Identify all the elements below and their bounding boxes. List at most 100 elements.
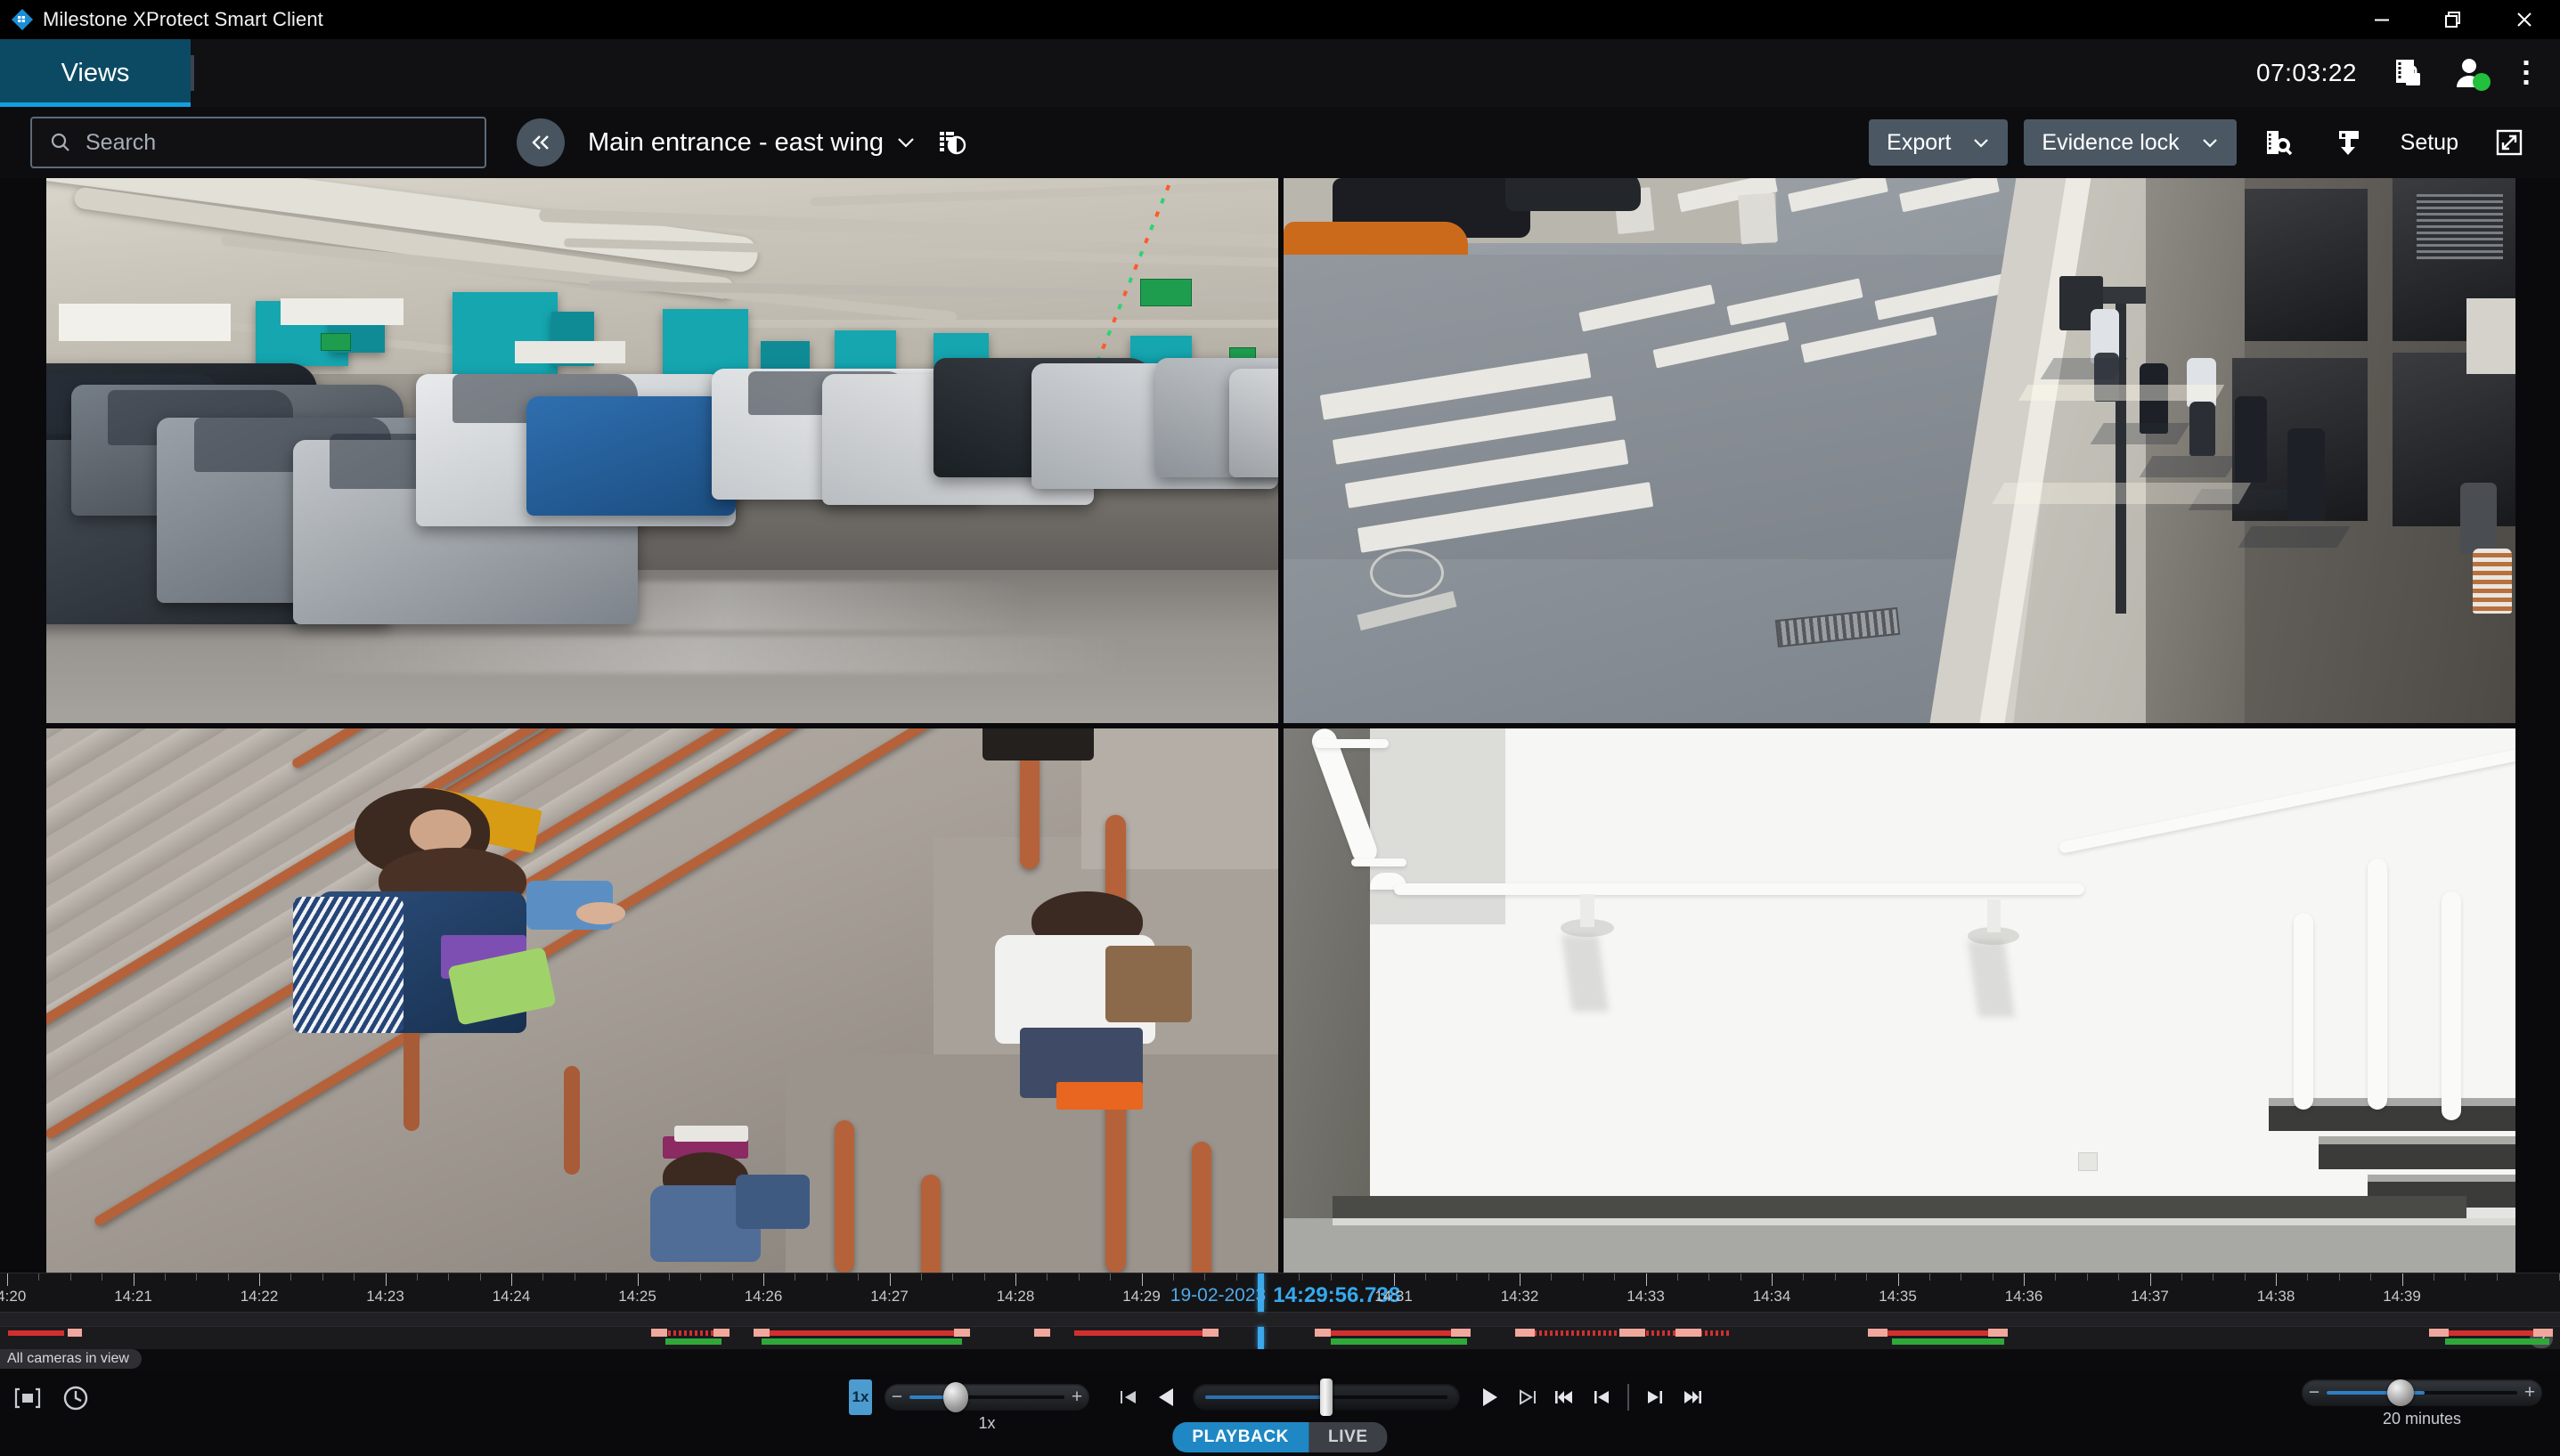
timeline-major-tick [1015, 1273, 1016, 1286]
timeline-tick-label: 14:32 [1501, 1288, 1539, 1306]
timeline-motion-marker [1675, 1329, 1701, 1337]
timeline-minor-tick [1835, 1273, 1836, 1281]
timeline-zoom-knob[interactable] [2387, 1379, 2414, 1406]
timeline-minor-tick [1614, 1273, 1615, 1281]
video-search-icon[interactable] [2251, 118, 2306, 167]
playback-control-bar: 1x − + 1x PLAYBACK LIVE − + 20 minutes [0, 1371, 2560, 1456]
step-back-frame-button[interactable] [1111, 1378, 1148, 1417]
view-layout-icon[interactable] [937, 127, 967, 158]
user-avatar[interactable] [2446, 48, 2496, 98]
timeline-minor-tick [2087, 1273, 2088, 1281]
clock-display: 07:03:22 [2256, 59, 2357, 87]
setup-button[interactable]: Setup [2401, 130, 2458, 156]
tab-views[interactable]: Views [0, 39, 191, 107]
timeline-tick-label: 14:23 [366, 1288, 404, 1306]
skip-to-start-button[interactable] [1545, 1378, 1583, 1417]
speed-increase-button[interactable]: + [1064, 1387, 1089, 1408]
timeline-major-tick [7, 1273, 8, 1286]
speed-slider-knob[interactable] [943, 1382, 968, 1412]
timeline-tick-label: 14:29 [1122, 1288, 1161, 1306]
smart-client-window: Milestone XProtect Smart Client Views 07… [0, 0, 2560, 1456]
jog-shuttle-handle[interactable] [1320, 1379, 1333, 1416]
timeline-zoom-slider[interactable]: − + 20 minutes [2302, 1379, 2542, 1406]
timeline-track[interactable]: ? [0, 1326, 2560, 1349]
fullscreen-expand-icon[interactable] [2482, 118, 2537, 167]
clock-icon[interactable] [61, 1383, 91, 1413]
speed-indicator-badge[interactable]: 1x [849, 1379, 872, 1415]
speed-slider[interactable]: − + 1x [885, 1384, 1089, 1411]
bookmark-bracket-icon[interactable] [12, 1383, 43, 1413]
close-button[interactable] [2489, 0, 2560, 39]
timeline-ruler[interactable]: 19-02-2023 14:29:56.738 14:2014:2114:221… [0, 1273, 2560, 1312]
timeline-minor-tick [480, 1273, 481, 1281]
video-pane-street-crosswalk[interactable] [1284, 178, 2515, 723]
export-label: Export [1887, 130, 1951, 156]
evidence-lock-button[interactable]: Evidence lock [2024, 119, 2236, 166]
play-reverse-button[interactable] [1148, 1378, 1186, 1417]
timeline-minor-tick [322, 1273, 323, 1281]
timeline-major-tick [638, 1273, 639, 1286]
timeline-minor-tick [1204, 1273, 1205, 1281]
timeline-camera-tab-row: All cameras in view [0, 1349, 2560, 1371]
video-pane-parking-garage[interactable] [46, 178, 1278, 723]
timeline-minor-tick [1047, 1273, 1048, 1281]
timeline-zoom-label: 20 minutes [2383, 1410, 2461, 1428]
previous-sequence-button[interactable] [1583, 1378, 1620, 1417]
play-button[interactable] [1471, 1378, 1508, 1417]
search-icon [48, 130, 73, 155]
timeline-tick-label: 14:31 [1374, 1288, 1413, 1306]
timeline[interactable]: 19-02-2023 14:29:56.738 14:2014:2114:221… [0, 1273, 2560, 1371]
timeline-major-tick [2402, 1273, 2403, 1286]
mode-live-button[interactable]: LIVE [1309, 1422, 1388, 1452]
download-snapshot-icon[interactable] [2320, 118, 2376, 167]
step-forward-frame-button[interactable] [1508, 1378, 1545, 1417]
timeline-tick-label: 14:27 [870, 1288, 909, 1306]
timeline-major-tick [511, 1273, 512, 1286]
parking-garage-scene [46, 178, 1278, 723]
timeline-tick-label: 14:21 [114, 1288, 152, 1306]
view-title: Main entrance - east wing [588, 128, 884, 158]
chevron-down-icon[interactable] [896, 136, 916, 149]
timeline-minor-tick [858, 1273, 859, 1281]
mode-playback-button[interactable]: PLAYBACK [1172, 1422, 1309, 1452]
search-input[interactable]: Search [30, 117, 486, 168]
timeline-motion-marker [713, 1329, 730, 1337]
video-pane-stairwell-people[interactable] [46, 728, 1278, 1273]
video-pane-white-stairwell[interactable] [1284, 728, 2515, 1273]
timeline-motion-marker [2429, 1329, 2449, 1337]
timeline-minor-tick [228, 1273, 229, 1281]
timeline-tick-label: 14:37 [2131, 1288, 2169, 1306]
timeline-minor-tick [2497, 1273, 2498, 1281]
jog-shuttle-slider[interactable] [1193, 1384, 1460, 1411]
timeline-major-tick [259, 1273, 260, 1286]
timeline-zoom-out-button[interactable]: − [2302, 1382, 2327, 1403]
restore-button[interactable] [2417, 0, 2489, 39]
minimize-button[interactable] [2346, 0, 2417, 39]
timeline-major-tick [1142, 1273, 1143, 1286]
timeline-motion-marker [2533, 1329, 2553, 1337]
timeline-minor-tick [1173, 1273, 1174, 1281]
timeline-major-tick [386, 1273, 387, 1286]
evidence-lock-status-icon[interactable] [2384, 48, 2434, 98]
skip-to-end-button[interactable] [1674, 1378, 1711, 1417]
timeline-zoom-in-button[interactable]: + [2517, 1382, 2542, 1403]
speed-decrease-button[interactable]: − [885, 1387, 909, 1408]
timeline-minor-tick [1236, 1273, 1237, 1281]
timeline-minor-tick [2370, 1273, 2371, 1281]
camera-scope-tab[interactable]: All cameras in view [0, 1349, 142, 1369]
next-sequence-button[interactable] [1636, 1378, 1674, 1417]
timeline-tick-label: 14:33 [1626, 1288, 1665, 1306]
timeline-major-tick [134, 1273, 135, 1286]
timeline-recording-segment [657, 1330, 722, 1336]
timeline-minor-tick [165, 1273, 166, 1281]
playback-live-toggle[interactable]: PLAYBACK LIVE [1172, 1422, 1387, 1452]
timeline-minor-tick [1488, 1273, 1489, 1281]
timeline-audio-segment [1892, 1338, 2004, 1345]
timeline-audio-segment [1331, 1338, 1467, 1345]
timeline-tick-label: 14:24 [493, 1288, 531, 1306]
export-button[interactable]: Export [1869, 119, 2008, 166]
timeline-minor-tick [952, 1273, 953, 1281]
collapse-panel-button[interactable] [517, 118, 565, 167]
kebab-menu-icon[interactable] [2508, 48, 2544, 98]
export-chevron-down-icon [1972, 137, 1990, 148]
